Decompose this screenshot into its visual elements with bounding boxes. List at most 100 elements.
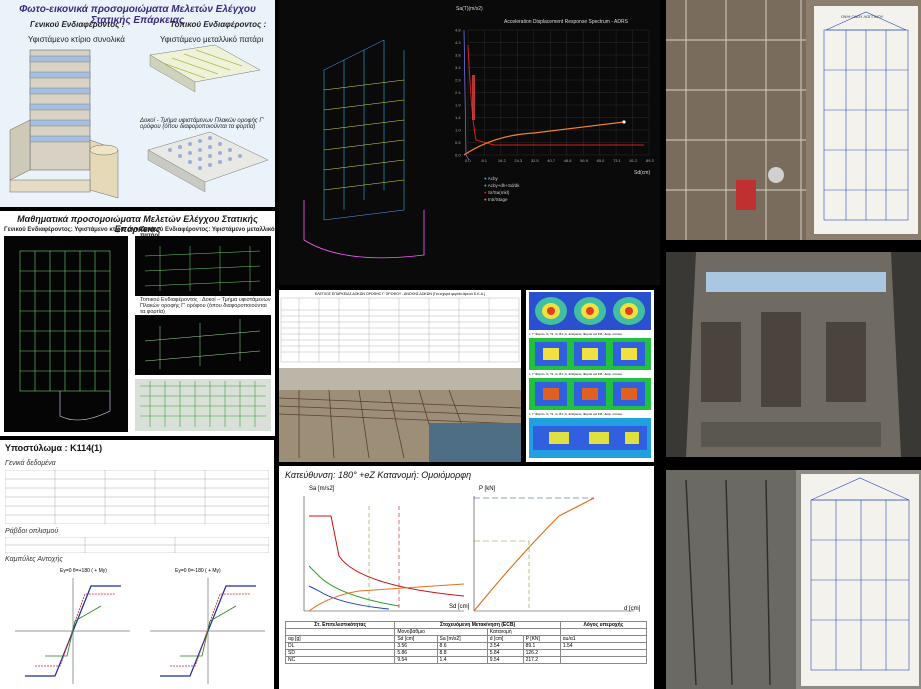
fe-contour-4 [529,418,651,458]
table-group-cell: Μονοβάθμιο [394,628,488,636]
adrs-pushover-chart [303,496,634,612]
frame-model-wireframe [4,236,271,432]
table-cell: αu/α1 [559,635,648,643]
table-cell: 8.8 [436,649,488,657]
beam-table: ΕΛΕΓΧΟΣ ΕΠΑΡΚΕΙΑΣ ΔΟΚΩΝ ΟΡΟΦΗΣ Γ' ΟΡΟΦΟΥ… [279,290,521,368]
rebar-table [5,537,269,553]
adrs-ylabel: Sa(T)(m/s2) [456,6,483,12]
fe-contour-3 [529,378,651,410]
panel-c-section2: Ράβδοι οπλισμού [5,528,59,535]
adrs-y-tick: 0.0 [455,153,461,158]
panel-pushover: Κατεύθυνση: 180° +eZ Κατανομή: Ομοιόμορφ… [279,466,654,689]
table-cell: 3.56 [394,642,438,650]
table-row: SD 5.86 8.8 5.84 126.2 [284,649,648,657]
adrs-legend: ● Acby ● Acby+dh+Sd/dk ● Sr/Sa(mkl) ● In… [484,175,520,203]
table-cell [559,656,648,664]
table-cell: 9.54 [394,656,438,664]
table-sub-row: αg [g] Sd [cm] Sa [m/s2] d [cm] P [KN] α… [284,635,648,643]
demand-spectrum-green [308,565,400,607]
table-cell: 217.2 [522,656,561,664]
adrs-x-tick: 8.1 [481,158,487,163]
adrs-x-tick: 32.5 [531,158,540,163]
adrs-x-tick: 24.3 [514,158,523,163]
table-row: NC 9.54 1.4 9.54 217.2 [284,656,648,664]
damaged-facade-photo [666,252,921,457]
table-cell [559,649,648,657]
fe-caption-3: z, Γ' Φορτίο, G, T1, G, B1: G, Επάρκεια,… [529,412,623,416]
adrs-x-tick: 89.3 [646,158,654,163]
adrs-x-tick: 48.8 [564,158,573,163]
table-cell: 1.4 [436,656,488,664]
photo-scaffold-facade: ΟΨΗ ΟΔΟΥ ΛΟΓΓΙΝΟΥ [666,0,921,240]
facade-label: ΟΨΗ ΟΔΟΥ ΛΟΓΓΙΝΟΥ [841,14,884,19]
adrs-y-tick: 2.9 [455,78,461,83]
adrs-y-tick: 0.5 [455,140,461,145]
adrs-x-tick: 40.7 [547,158,556,163]
panel-adrs: Sa(T)(m/s2) Acceleration Displacement Re… [279,0,660,285]
adrs-x-tick: 73.1 [613,158,622,163]
interaction-chart-left-title: Ey=0 θ=+180 ( + My) [60,568,107,574]
adrs-x-tick: 65.0 [597,158,606,163]
legend-item: ● Intr/Stage [484,197,508,202]
table-group-row: Μονοβάθμιο Κατανομή [284,628,648,636]
fe-caption-2: z, Γ' Φορτίο, G, T1, G, B1: G, Επάρκεια,… [529,372,623,376]
adrs-y-tick: 1.9 [455,103,461,108]
table-cell: 1.54 [559,642,648,650]
adrs-y-tick: 4.8 [455,28,461,33]
panel-math-models: Μαθηματικά προσομοιώματα Μελετών Ελέγχου… [0,211,275,436]
scaffold-photo [666,0,921,240]
fe-contour-top [529,292,651,330]
fe-contour-2 [529,338,651,370]
panel-fe-contours: z, Γ' Φορτίο, G, T1, G, B1: G, Επάρκεια,… [526,290,654,462]
panel-photo-models: Φωτο-εικονικά προσομοιώματα Μελετών Ελέγ… [0,0,275,207]
panel-c-section1: Γενικά δεδομένα [5,460,56,467]
building-model-3d [9,44,269,199]
table-header-cell: Λόγος υπεροχής [559,621,648,629]
table-cell: αg [g] [284,635,396,643]
table-header-row: Στ. Επιτελεστικότητας Στοχευόμενη Μετακί… [284,621,648,629]
table-cell [284,628,396,636]
performance-point [622,120,626,124]
rebar-construction-photo [279,368,521,462]
adrs-y-tick: 1.0 [455,128,461,133]
table-cell: NC [284,656,396,664]
panel-c-section3: Καμπύλες Αντοχής [5,556,63,563]
table-cell: 5.84 [486,649,524,657]
table-cell: Sa [m/s2] [436,635,488,643]
table-header-cell: Στ. Επιτελεστικότητας [284,621,396,629]
adrs-y-tick: 3.4 [455,65,461,70]
table-cell: 89.1 [522,642,561,650]
table-cell: 8.6 [436,642,488,650]
beam-table-grid [280,297,520,363]
legend-item: ● Sr/Sa(mkl) [484,190,510,195]
table-cell: 126.2 [522,649,561,657]
panel-column-report: Υποστύλωμα : K114(1) Γενικά δεδομένα Ράβ… [0,440,274,689]
adrs-y-tick: 1.4 [455,115,461,120]
interaction-curves [15,578,265,684]
adrs-y-tick: 4.3 [455,40,461,45]
adrs-y-tick: 3.8 [455,53,461,58]
table-cell: 5.86 [394,649,438,657]
table-cell: 9.54 [486,656,524,664]
panel-c-title: Υποστύλωμα : K114(1) [5,443,103,453]
table-cell: Sd [cm] [394,635,438,643]
general-data-table [5,470,269,524]
demand-spectrum-red [309,515,465,597]
table-group-cell: Κατανομή [486,628,561,636]
table-row: DL 3.56 8.6 3.54 89.1 1.54 [284,642,648,650]
adrs-y-tick: 2.4 [455,90,461,95]
table-cell: DL [284,642,396,650]
table-cell: SD [284,649,396,657]
legend-item: ● Acby [484,176,498,181]
adrs-x-tick: 16.2 [498,158,507,163]
capacity-curve [463,121,625,156]
photo-damaged-facade [666,252,921,457]
table-header-cell: Στοχευόμενη Μετακίνηση (ECB) [394,621,561,629]
pushover-curve [473,497,595,612]
table-cell: P [KN] [522,635,561,643]
3d-frame-model [303,39,425,259]
adrs-x-tick: 81.2 [630,158,639,163]
table-cell: d [cm] [486,635,524,643]
legend-item: ● Acby+dh+Sd/dk [484,183,520,188]
table-cell: 3.54 [486,642,524,650]
